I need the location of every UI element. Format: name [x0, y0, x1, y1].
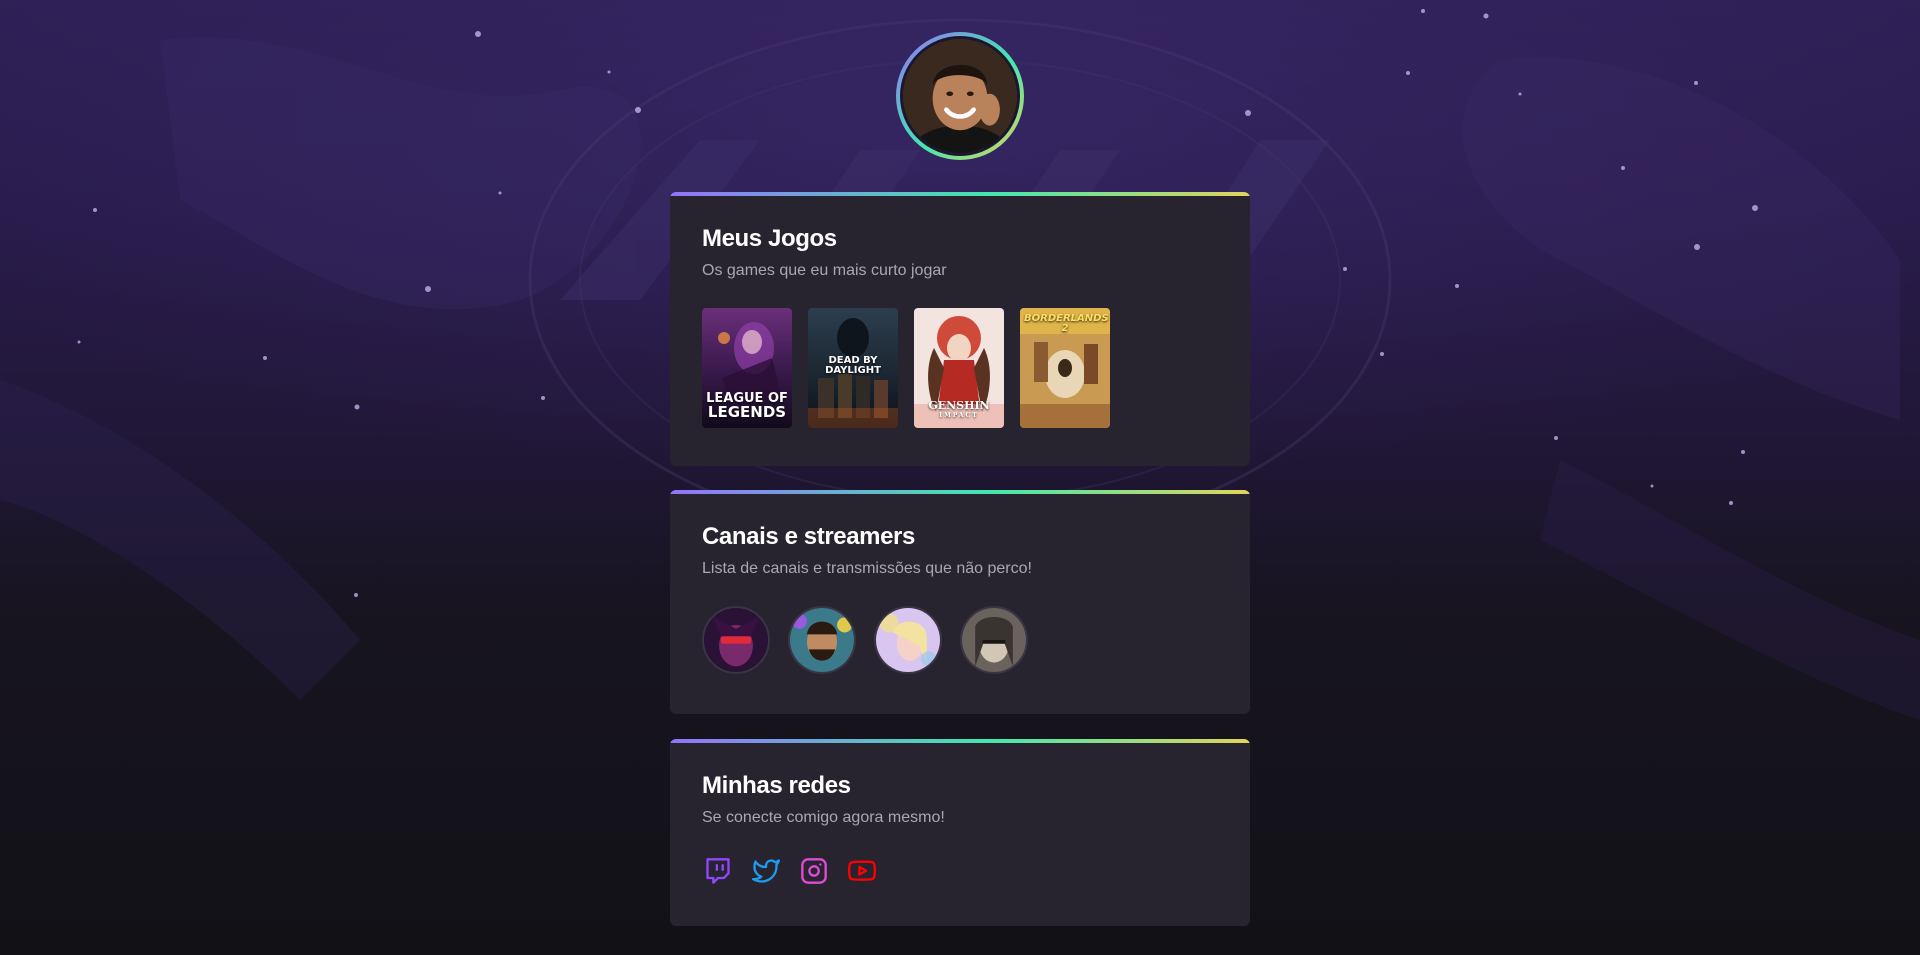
games-card-subtitle: Os games que eu mais curto jogar — [702, 262, 947, 279]
socials-card-title: Minhas redes — [702, 772, 851, 799]
instagram-icon[interactable] — [798, 855, 830, 887]
game-genshin-impact[interactable]: GENSHIN IMPACT — [914, 308, 1004, 428]
game-label-line2: DAYLIGHT — [825, 365, 881, 376]
channels-card: Canais e streamers Lista de canais e tra… — [670, 490, 1250, 714]
game-label-line2: LEGENDS — [707, 403, 787, 421]
twitter-icon[interactable] — [750, 855, 782, 887]
games-card: Meus Jogos Os games que eu mais curto jo… — [670, 192, 1250, 466]
twitch-icon[interactable] — [702, 855, 734, 887]
game-borderlands-2[interactable]: BORDERLANDS 2 — [1020, 308, 1110, 428]
youtube-icon[interactable] — [846, 855, 878, 887]
channels-card-title: Canais e streamers — [702, 523, 915, 550]
channel-avatar-1[interactable] — [702, 606, 770, 674]
channel-avatar-2[interactable] — [788, 606, 856, 674]
channel-avatar-3[interactable] — [874, 606, 942, 674]
socials-list — [702, 855, 1218, 887]
games-card-title: Meus Jogos — [702, 225, 837, 252]
socials-card-subtitle: Se conecte comigo agora mesmo! — [702, 809, 945, 826]
channels-card-subtitle: Lista de canais e transmissões que não p… — [702, 560, 1032, 577]
channel-avatar-4[interactable] — [960, 606, 1028, 674]
game-label-line1: BORDERLANDS 2 — [1024, 313, 1109, 334]
channels-list — [702, 606, 1218, 674]
games-list: LEAGUE OF LEGENDS DEAD BY DAYLIGHT GENSH… — [702, 308, 1218, 428]
avatar — [900, 36, 1020, 156]
game-label-line1: GENSHIN — [928, 399, 990, 412]
socials-card: Minhas redes Se conecte comigo agora mes… — [670, 739, 1250, 926]
game-dead-by-daylight[interactable]: DEAD BY DAYLIGHT — [808, 308, 898, 428]
game-label-line2: IMPACT — [939, 412, 979, 419]
profile-avatar-ring — [896, 32, 1024, 160]
game-league-of-legends[interactable]: LEAGUE OF LEGENDS — [702, 308, 792, 428]
